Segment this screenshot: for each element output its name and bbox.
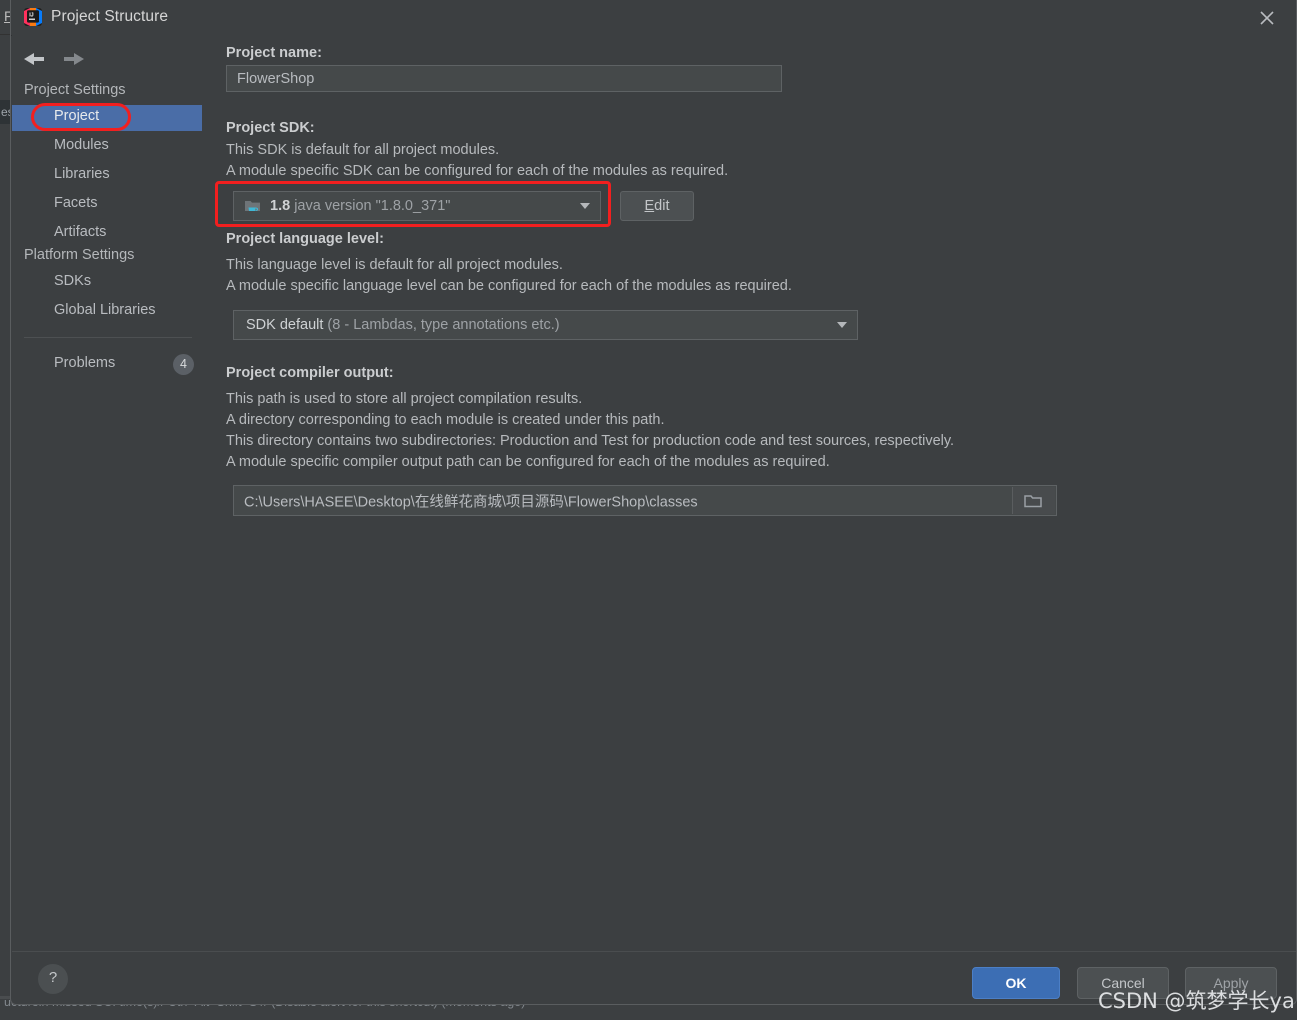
sidebar-item-label: Facets	[54, 195, 98, 211]
ok-button[interactable]: OK	[972, 967, 1060, 999]
language-level-value: SDK default (8 - Lambdas, type annotatio…	[246, 317, 560, 333]
ok-button-label: OK	[1005, 975, 1027, 991]
project-sdk-desc-line2: A module specific SDK can be configured …	[226, 163, 729, 179]
sidebar-item-libraries[interactable]: Libraries	[12, 163, 202, 189]
help-button-label: ?	[48, 969, 58, 986]
compiler-output-desc-line1: This path is used to store all project c…	[226, 391, 583, 407]
sidebar-item-label: Problems	[54, 355, 116, 371]
sidebar-item-project[interactable]: Project	[12, 105, 202, 131]
navigation-arrows	[18, 47, 108, 73]
settings-content-panel: Project name: FlowerShop Project SDK: Th…	[202, 35, 1296, 950]
sidebar-item-global-libraries[interactable]: Global Libraries	[12, 299, 202, 325]
sidebar-item-label: Artifacts	[54, 224, 107, 240]
language-level-main: SDK default	[246, 317, 324, 333]
project-sdk-detail: java version "1.8.0_371"	[294, 198, 451, 214]
chevron-down-icon	[837, 322, 847, 328]
screenshot-root: F es uctureln missed SCI time(s)// Ctrl+…	[0, 0, 1297, 1020]
project-structure-dialog: IJ Project Structure Project Settings Pr…	[10, 0, 1297, 1005]
sidebar-divider	[24, 337, 192, 338]
csdn-watermark: CSDN @筑梦学长ya	[1098, 989, 1295, 1013]
forward-arrow-icon[interactable]	[58, 47, 88, 71]
sidebar-item-label: SDKs	[54, 273, 92, 289]
sidebar-item-label: Project	[54, 108, 100, 124]
sidebar-item-label: Libraries	[54, 166, 110, 182]
close-icon[interactable]	[1256, 7, 1278, 29]
folder-open-icon	[1024, 494, 1042, 507]
project-sdk-desc-line1: This SDK is default for all project modu…	[226, 142, 500, 158]
browse-folder-button[interactable]	[1012, 487, 1055, 514]
svg-text:IJ: IJ	[29, 12, 34, 18]
project-sdk-combobox[interactable]: 1.8 java version "1.8.0_371"	[233, 191, 601, 221]
sidebar-item-label: Global Libraries	[54, 302, 156, 318]
back-arrow-icon[interactable]	[20, 47, 50, 71]
java-sdk-folder-icon	[244, 197, 262, 215]
project-sdk-label: Project SDK:	[226, 120, 315, 136]
dialog-titlebar: IJ Project Structure	[11, 0, 1296, 36]
sidebar-item-problems[interactable]: Problems 4	[12, 352, 202, 378]
sidebar-group-platform-settings: Platform Settings	[24, 247, 135, 263]
language-level-combobox[interactable]: SDK default (8 - Lambdas, type annotatio…	[233, 310, 858, 340]
language-level-desc-line1: This language level is default for all p…	[226, 257, 563, 273]
problems-count-badge: 4	[173, 354, 194, 375]
compiler-output-path-value: C:\Users\HASEE\Desktop\在线鲜花商城\项目源码\Flowe…	[244, 494, 698, 510]
sidebar-item-sdks[interactable]: SDKs	[12, 270, 202, 296]
compiler-output-label: Project compiler output:	[226, 365, 394, 381]
language-level-detail: (8 - Lambdas, type annotations etc.)	[327, 317, 560, 333]
sidebar-group-project-settings: Project Settings	[24, 82, 126, 98]
sidebar-item-facets[interactable]: Facets	[12, 192, 202, 218]
compiler-output-desc-line4: A module specific compiler output path c…	[226, 454, 830, 470]
compiler-output-path-input[interactable]: C:\Users\HASEE\Desktop\在线鲜花商城\项目源码\Flowe…	[233, 485, 1057, 516]
project-name-label: Project name:	[226, 45, 322, 61]
project-sdk-value: 1.8 java version "1.8.0_371"	[270, 198, 450, 214]
help-button[interactable]: ?	[38, 964, 68, 994]
project-name-value: FlowerShop	[237, 70, 315, 87]
dialog-title: Project Structure	[51, 8, 169, 25]
language-level-label: Project language level:	[226, 231, 384, 247]
edit-sdk-button[interactable]: Edit	[620, 191, 694, 221]
sidebar-item-artifacts[interactable]: Artifacts	[12, 221, 202, 247]
sidebar-item-modules[interactable]: Modules	[12, 134, 202, 160]
project-name-input[interactable]: FlowerShop	[226, 65, 782, 92]
chevron-down-icon	[580, 203, 590, 209]
compiler-output-desc-line3: This directory contains two subdirectori…	[226, 433, 955, 449]
settings-sidebar: Project Settings Project Modules Librari…	[12, 35, 203, 950]
language-level-desc-line2: A module specific language level can be …	[226, 278, 792, 294]
intellij-idea-icon: IJ	[23, 7, 43, 27]
project-sdk-version: 1.8	[270, 198, 291, 214]
compiler-output-desc-line2: A directory corresponding to each module…	[226, 412, 665, 428]
edit-sdk-button-label: Edit	[644, 198, 670, 214]
sidebar-item-label: Modules	[54, 137, 109, 153]
